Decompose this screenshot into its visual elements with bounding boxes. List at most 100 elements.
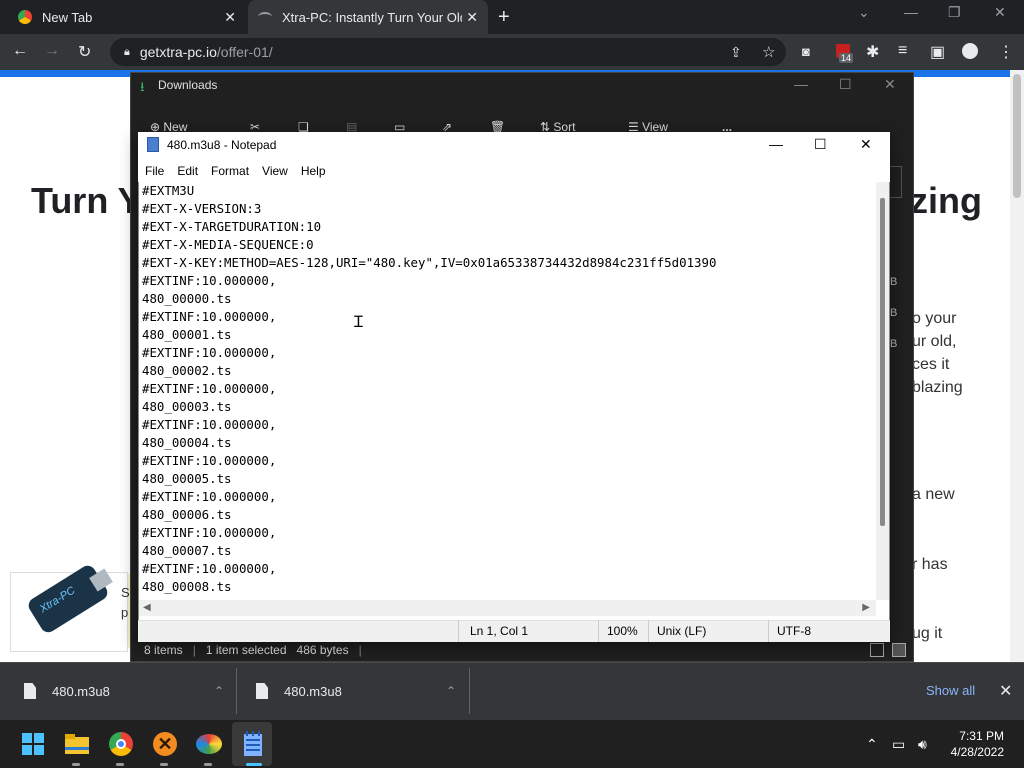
close-window-icon[interactable]: ✕ <box>994 4 1006 21</box>
notice-text-fragment: S <box>121 585 130 600</box>
running-indicator <box>72 763 80 766</box>
notepad-text-area[interactable]: #EXTM3U #EXT-X-VERSION:3 #EXT-X-TARGETDURA… <box>142 182 878 600</box>
menu-help[interactable]: Help <box>301 160 326 182</box>
restore-icon[interactable]: ❐ <box>948 4 961 21</box>
menu-edit[interactable]: Edit <box>177 160 198 182</box>
item-count: 8 items <box>144 643 183 657</box>
reload-icon[interactable]: ↻ <box>78 42 91 62</box>
text-line: #EXTM3U <box>142 183 195 198</box>
status-divider <box>598 620 599 642</box>
url-path: /offer-01/ <box>216 44 273 60</box>
text-line: #EXTINF:10.000000, <box>142 273 277 288</box>
tiles-view-icon[interactable] <box>892 643 906 657</box>
site-favicon-icon <box>258 12 272 22</box>
body-text-fragment: blazing <box>912 379 963 396</box>
reading-mode-icon[interactable]: ◙ <box>802 44 810 59</box>
chrome-icon <box>18 10 32 24</box>
show-all-button[interactable]: Show all <box>926 683 975 698</box>
network-icon[interactable]: ▭ <box>892 736 905 753</box>
status-divider <box>458 620 459 642</box>
text-line: #EXT-X-VERSION:3 <box>142 201 262 216</box>
notepad-horizontal-scrollbar[interactable]: ◀ ▶ <box>139 600 876 616</box>
new-tab-plus-icon[interactable]: + <box>498 6 510 29</box>
text-line: #EXTINF:10.000000, <box>142 525 277 540</box>
file-size-fragment: B <box>890 307 898 319</box>
start-icon[interactable] <box>18 729 48 759</box>
bookmark-star-icon[interactable]: ☆ <box>762 43 775 61</box>
selection-count: 1 item selected <box>205 643 287 657</box>
page-headline-right: zing <box>910 180 982 221</box>
notepad-close-icon[interactable]: ✕ <box>860 136 872 153</box>
chevron-up-icon[interactable]: ⌃ <box>214 684 224 698</box>
text-line: 480_00005.ts <box>142 471 232 486</box>
status-divider: | <box>358 643 362 657</box>
chevron-up-icon[interactable]: ⌃ <box>446 684 456 698</box>
line-ending: Unix (LF) <box>657 624 707 638</box>
media-queue-icon[interactable]: ≡ <box>898 42 907 60</box>
text-line: 480_00001.ts <box>142 327 232 342</box>
notepad-vertical-scrollbar[interactable] <box>876 182 889 600</box>
file-explorer-icon[interactable] <box>62 729 92 759</box>
notepad-icon[interactable] <box>238 729 268 759</box>
file-icon <box>24 683 36 699</box>
back-arrow-icon[interactable]: ← <box>12 42 28 60</box>
minimize-icon[interactable]: — <box>904 4 918 20</box>
explorer-maximize-icon[interactable]: ☐ <box>839 76 852 93</box>
address-bar[interactable]: 🔒︎ getxtra-pc.io/offer-01/ <box>110 38 786 66</box>
volume-icon[interactable]: 🔊︎ <box>918 736 927 753</box>
tab-search-chevron-icon[interactable]: ⌄ <box>858 4 870 21</box>
menu-format[interactable]: Format <box>211 160 249 182</box>
file-icon <box>256 683 268 699</box>
tab-xtra-pc[interactable]: Xtra-PC: Instantly Turn Your Old C ✕ <box>248 0 488 34</box>
body-text-fragment: ur old, <box>912 333 957 350</box>
clock-time: 7:31 PM <box>959 729 1004 743</box>
text-line: 480_00007.ts <box>142 543 232 558</box>
extensions-puzzle-icon[interactable]: ✱ <box>866 42 879 62</box>
scrollbar-thumb[interactable] <box>1013 74 1021 198</box>
clock-date: 4/28/2022 <box>950 745 1004 759</box>
details-view-icon[interactable] <box>870 643 884 657</box>
notepad-icon <box>147 137 159 152</box>
explorer-close-icon[interactable]: ✕ <box>884 76 896 93</box>
download-filename: 480.m3u8 <box>284 683 342 699</box>
app-colorful-icon[interactable] <box>194 729 224 759</box>
text-line: #EXTINF:10.000000, <box>142 309 277 324</box>
text-line: #EXTINF:10.000000, <box>142 561 277 576</box>
tab-new-tab[interactable]: New Tab ✕ <box>8 0 246 34</box>
scroll-left-icon[interactable]: ◀ <box>143 602 151 613</box>
notepad-minimize-icon[interactable]: — <box>769 136 783 152</box>
download-arrow-icon: ⭳ <box>140 79 145 94</box>
show-hidden-icons-chevron-icon[interactable]: ⌃ <box>866 736 878 753</box>
chrome-icon[interactable] <box>106 729 136 759</box>
text-line: 480_00002.ts <box>142 363 232 378</box>
download-item[interactable]: 480.m3u8 ⌃ <box>24 662 224 720</box>
scrollbar-thumb[interactable] <box>880 198 885 526</box>
download-item[interactable]: 480.m3u8 ⌃ <box>256 662 456 720</box>
menu-file[interactable]: File <box>145 160 164 182</box>
app-orange-icon[interactable]: ✕ <box>150 729 180 759</box>
scroll-right-icon[interactable]: ▶ <box>862 602 870 613</box>
explorer-search-box-edge[interactable] <box>890 166 902 198</box>
close-tab-icon[interactable]: ✕ <box>466 9 478 26</box>
status-divider <box>768 620 769 642</box>
text-line: 480_00008.ts <box>142 579 232 594</box>
close-tab-icon[interactable]: ✕ <box>224 9 236 26</box>
explorer-minimize-icon[interactable]: — <box>794 76 808 92</box>
close-downloads-bar-icon[interactable]: ✕ <box>999 681 1012 701</box>
share-icon[interactable]: ⇪ <box>730 44 742 61</box>
profile-avatar-icon[interactable] <box>962 43 978 59</box>
lock-icon[interactable]: 🔒︎ <box>124 46 130 59</box>
side-panel-icon[interactable]: ▣ <box>930 42 945 62</box>
notepad-maximize-icon[interactable]: ☐ <box>814 136 827 153</box>
text-line: 480_00004.ts <box>142 435 232 450</box>
selection-size: 486 bytes <box>296 643 349 657</box>
active-indicator <box>246 763 262 766</box>
forward-arrow-icon[interactable]: → <box>44 42 60 60</box>
menu-view[interactable]: View <box>262 160 288 182</box>
text-line: #EXT-X-KEY:METHOD=AES-128,URI="480.key",… <box>142 255 717 270</box>
body-text-fragment: o your <box>912 310 957 327</box>
page-headline-left: Turn Y <box>31 180 142 221</box>
system-clock[interactable]: 7:31 PM 4/28/2022 <box>944 728 1004 760</box>
chrome-menu-icon[interactable]: ⋮ <box>998 42 1014 62</box>
page-scrollbar[interactable] <box>1010 70 1024 662</box>
